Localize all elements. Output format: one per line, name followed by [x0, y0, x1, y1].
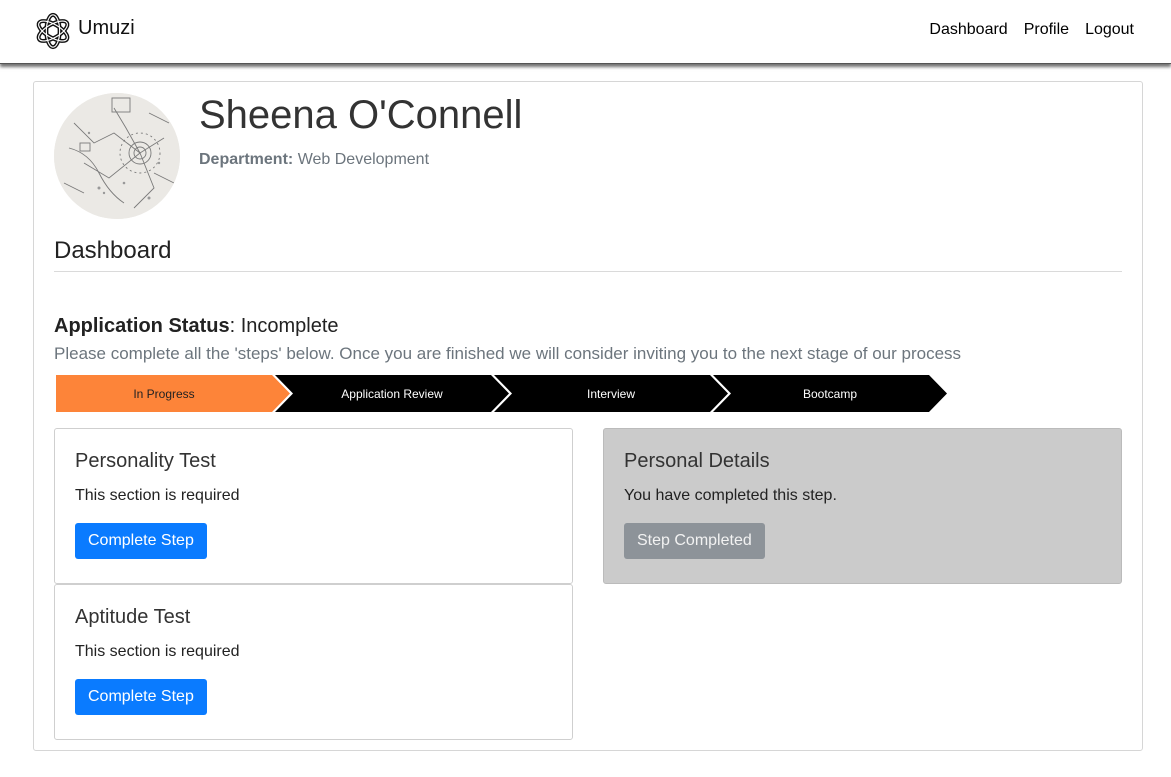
application-status: Application Status: Incomplete: [54, 315, 339, 338]
nav-link-dashboard[interactable]: Dashboard: [929, 21, 1007, 39]
brand-link[interactable]: Umuzi: [34, 12, 135, 50]
status-description: Please complete all the 'steps' below. O…: [54, 344, 962, 363]
card-title: Aptitude Test: [75, 606, 191, 628]
personality-test-card: Personality Test This section is require…: [54, 428, 573, 584]
nav-link-profile[interactable]: Profile: [1024, 21, 1069, 39]
dashboard-heading: Dashboard: [54, 237, 1122, 272]
application-status-label: Application Status: [54, 315, 230, 337]
nav-link-logout[interactable]: Logout: [1085, 21, 1134, 39]
progress-step-in-progress: In Progress: [56, 375, 290, 412]
application-status-value: : Incomplete: [229, 315, 339, 337]
step-completed-button[interactable]: Step Completed: [624, 523, 765, 559]
card-title: Personal Details: [624, 450, 770, 472]
card-title: Personality Test: [75, 450, 216, 472]
department-info: Department: Web Development: [199, 151, 429, 169]
dashboard-card: Sheena O'Connell Department: Web Develop…: [33, 81, 1143, 751]
aptitude-test-card: Aptitude Test This section is required C…: [54, 584, 573, 740]
nav-links: Dashboard Profile Logout: [913, 21, 1134, 39]
user-name: Sheena O'Connell: [199, 93, 523, 137]
card-text: This section is required: [75, 487, 240, 504]
card-text: This section is required: [75, 643, 240, 660]
department-value: Web Development: [297, 151, 430, 168]
card-text: You have completed this step.: [624, 487, 837, 504]
complete-step-button[interactable]: Complete Step: [75, 679, 207, 715]
complete-step-button[interactable]: Complete Step: [75, 523, 207, 559]
avatar-image: [54, 93, 180, 219]
progress-step-interview: Interview: [494, 375, 728, 412]
progress-step-application-review: Application Review: [275, 375, 509, 412]
progress-step-bootcamp: Bootcamp: [713, 375, 947, 412]
progress-steps: In Progress Application Review Interview…: [56, 375, 947, 412]
umuzi-logo-icon: [36, 12, 70, 50]
top-navbar: Umuzi Dashboard Profile Logout: [0, 0, 1171, 64]
personal-details-card: Personal Details You have completed this…: [603, 428, 1122, 584]
department-label: Department:: [199, 151, 294, 168]
brand-name: Umuzi: [78, 16, 135, 39]
avatar: [54, 93, 180, 219]
